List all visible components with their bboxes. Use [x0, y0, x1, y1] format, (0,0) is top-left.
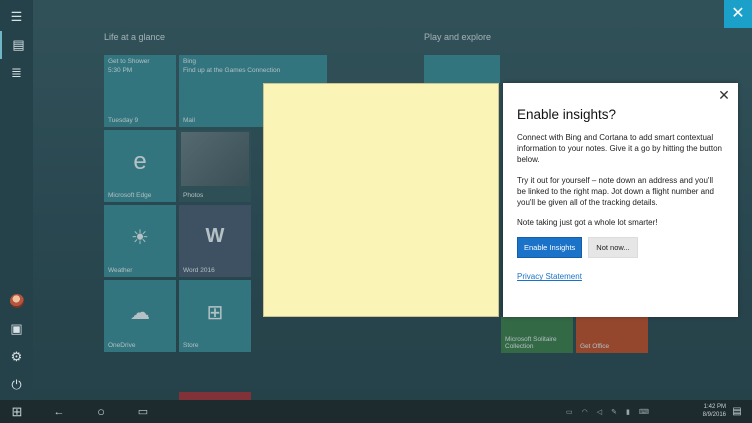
keyboard-icon[interactable]: ▭ — [566, 408, 573, 416]
action-center-icon[interactable]: ▤ — [726, 400, 748, 423]
dialog-close-icon[interactable]: ✕ — [717, 88, 731, 102]
not-now-button[interactable]: Not now... — [588, 237, 638, 259]
start-icon[interactable]: ⊞ — [4, 400, 30, 423]
system-tray: ▭ ◠ ◁ ✎ ▮ ⌨ — [566, 400, 649, 423]
clock-time: 1:42 PM — [703, 404, 726, 410]
settings-gear-icon[interactable]: ⚙ — [0, 343, 33, 371]
power-icon[interactable]: ⏻ — [0, 371, 33, 399]
all-notes-icon[interactable]: ▤ — [0, 31, 35, 59]
battery-icon[interactable]: ▮ — [626, 408, 630, 416]
volume-icon[interactable]: ◁ — [597, 408, 602, 416]
task-view-icon[interactable]: ▭ — [130, 400, 156, 423]
avatar — [9, 294, 24, 308]
privacy-statement-link[interactable]: Privacy Statement — [517, 272, 724, 281]
dialog-paragraph-example: Try it out for yourself – note down an a… — [517, 175, 715, 208]
dialog-button-row: Enable Insights Not now... — [517, 237, 724, 259]
sticky-note[interactable] — [263, 83, 499, 317]
enable-insights-dialog: ✕ Enable insights? Connect with Bing and… — [503, 83, 738, 317]
pen-icon[interactable]: ✎ — [611, 408, 617, 416]
enable-insights-button[interactable]: Enable Insights — [517, 237, 583, 259]
app-close-button[interactable]: ✕ — [724, 0, 752, 28]
back-arrow-icon[interactable]: ← — [46, 400, 72, 423]
user-avatar[interactable] — [0, 287, 33, 315]
photos-icon[interactable]: ▣ — [0, 315, 33, 343]
clock-date: 8/9/2016 — [702, 412, 726, 418]
list-view-icon[interactable]: ≣ — [0, 59, 33, 87]
hamburger-menu-icon[interactable]: ☰ — [0, 3, 33, 31]
clock[interactable]: 1:42 PM 8/9/2016 — [703, 403, 726, 419]
left-navigation-rail: ☰ ▤ ≣ ▣ ⚙ ⏻ — [0, 0, 33, 400]
dialog-paragraph-intro: Connect with Bing and Cortana to add sma… — [517, 133, 723, 165]
cortana-icon[interactable]: ○ — [88, 400, 114, 423]
wifi-icon[interactable]: ◠ — [582, 408, 588, 416]
taskbar: ⊞ ← ○ ▭ ▭ ◠ ◁ ✎ ▮ ⌨ 1:42 PM 8/9/2016 ▤ — [0, 400, 752, 423]
dialog-title: Enable insights? — [517, 107, 617, 122]
dialog-paragraph-closing: Note taking just got a whole lot smarter… — [517, 218, 658, 228]
language-icon[interactable]: ⌨ — [639, 408, 649, 416]
